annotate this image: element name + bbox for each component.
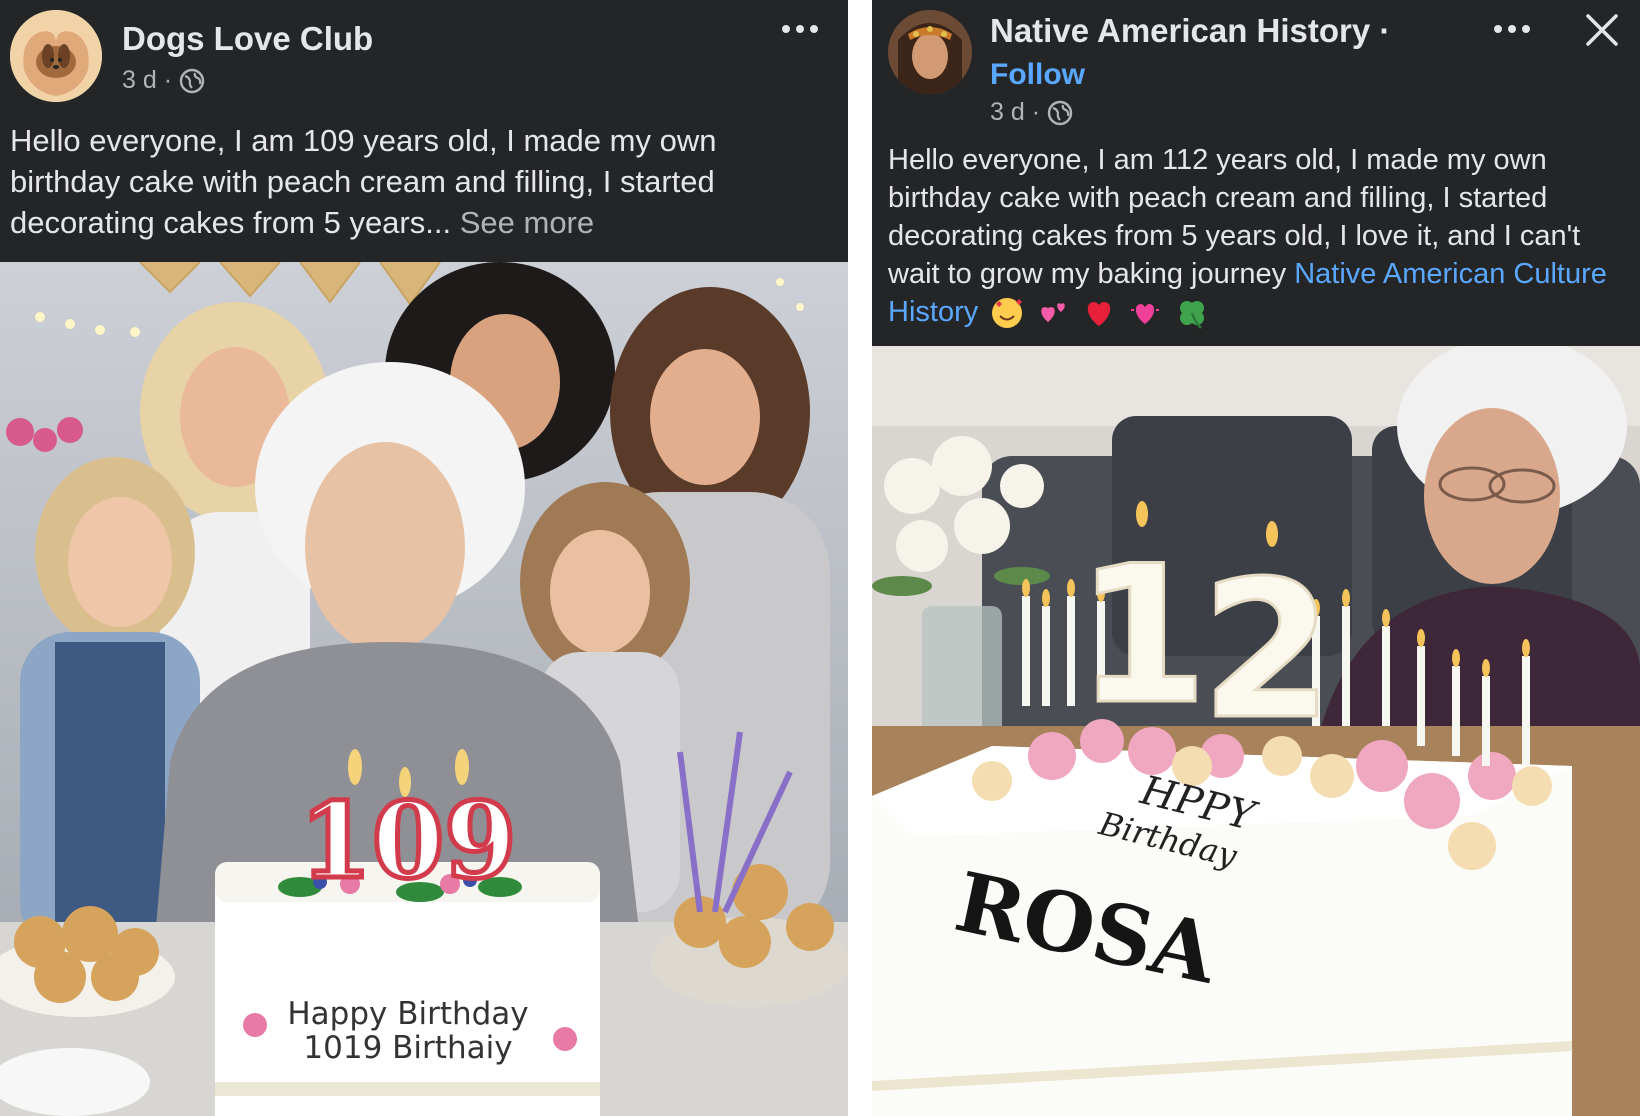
author-avatar[interactable]: [888, 10, 972, 94]
post-photo[interactable]: 109 Happy Birthday 1019 Birthaiy: [0, 262, 848, 1116]
see-more-link[interactable]: See more: [460, 205, 594, 240]
red-heart-icon: [1088, 302, 1111, 327]
cake-candle-digit-2: 2: [1201, 540, 1333, 761]
author-avatar[interactable]: [10, 10, 102, 102]
cake-line-1: Happy Birthday: [287, 996, 528, 1032]
post-native-american-history: Native American History · Follow 3 d · H…: [872, 0, 1640, 1116]
cake-line-2: 1019 Birthaiy: [303, 1030, 512, 1066]
cake-candle-digit-1: 1: [1076, 525, 1208, 746]
post-timestamp[interactable]: 3 d: [990, 98, 1025, 127]
ellipsis-icon[interactable]: [1492, 22, 1532, 36]
author-name[interactable]: Native American History: [990, 12, 1370, 49]
author-name[interactable]: Dogs Love Club: [122, 20, 373, 58]
follow-button[interactable]: Follow: [990, 58, 1085, 92]
post-timestamp[interactable]: 3 d: [122, 66, 157, 95]
post-text: Hello everyone, I am 112 years old, I ma…: [888, 141, 1628, 331]
post-photo[interactable]: 1 2 HPPY Birthday ROSA: [872, 346, 1640, 1116]
author-separator: ·: [1370, 12, 1391, 49]
globe-icon: [179, 68, 205, 93]
meta-separator: ·: [1031, 98, 1041, 126]
author-name-row: Native American History ·: [990, 12, 1390, 50]
cake-number: 109: [299, 779, 516, 902]
close-icon[interactable]: [1584, 12, 1620, 48]
post-dogs-love-club: Dogs Love Club 3 d · Hello everyone, I a…: [0, 0, 848, 1116]
post-meta: 3 d ·: [990, 98, 1073, 127]
post-body: Hello everyone, I am 109 years old, I ma…: [10, 123, 717, 240]
meta-separator: ·: [163, 66, 173, 94]
birthday-cake-photo: 1 2 HPPY Birthday ROSA: [872, 346, 1640, 1116]
ellipsis-icon[interactable]: [780, 22, 820, 36]
post-meta: 3 d ·: [122, 66, 205, 95]
portrait-avatar-icon: [888, 10, 972, 94]
smiling-face-with-hearts-icon: [992, 298, 1023, 329]
four-leaf-clover-icon: [1179, 301, 1204, 330]
two-hearts-icon: [1041, 303, 1066, 323]
birthday-party-photo: 109 Happy Birthday 1019 Birthaiy: [0, 262, 848, 1116]
globe-icon: [1047, 100, 1073, 125]
cake-candle-number: 109: [297, 777, 519, 905]
growing-heart-icon: [1131, 304, 1160, 325]
post-text: Hello everyone, I am 109 years old, I ma…: [10, 120, 810, 243]
dog-hands-heart-icon: [10, 10, 102, 102]
